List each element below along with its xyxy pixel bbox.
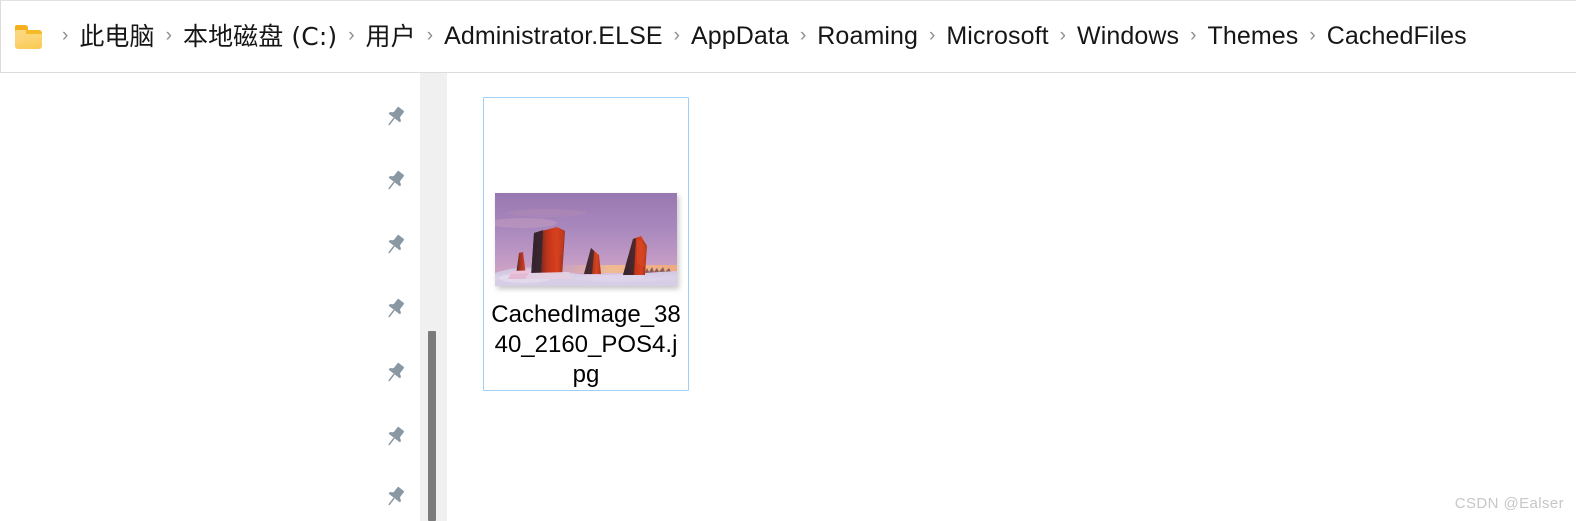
- file-thumbnail: [495, 193, 677, 286]
- breadcrumb-item-windows[interactable]: Windows: [1077, 24, 1179, 49]
- breadcrumb-item-this-pc[interactable]: 此电脑: [79, 24, 154, 49]
- folder-icon-lip: [26, 29, 42, 34]
- breadcrumb-separator[interactable]: ›: [1298, 26, 1326, 45]
- folder-icon: [15, 24, 45, 49]
- breadcrumb-separator[interactable]: ›: [789, 26, 817, 45]
- breadcrumb-separator[interactable]: ›: [51, 26, 79, 45]
- pushpin-icon[interactable]: [382, 104, 408, 130]
- breadcrumb-separator[interactable]: ›: [416, 26, 444, 45]
- breadcrumb-separator[interactable]: ›: [663, 26, 691, 45]
- pushpin-icon[interactable]: [382, 296, 408, 322]
- breadcrumb-item-appdata[interactable]: AppData: [691, 24, 789, 49]
- file-list-pane[interactable]: CachedImage_3840_2160_POS4.jpg: [448, 73, 1576, 521]
- pushpin-icon[interactable]: [382, 232, 408, 258]
- breadcrumb-item-local-disk-c[interactable]: 本地磁盘 (C:): [183, 24, 337, 49]
- breadcrumb-item-cachedfiles[interactable]: CachedFiles: [1327, 24, 1467, 49]
- file-item[interactable]: CachedImage_3840_2160_POS4.jpg: [483, 97, 689, 391]
- breadcrumb-separator[interactable]: ›: [155, 26, 183, 45]
- breadcrumb-item-roaming[interactable]: Roaming: [817, 24, 918, 49]
- pushpin-icon[interactable]: [382, 168, 408, 194]
- pushpin-icon[interactable]: [382, 484, 408, 510]
- address-bar[interactable]: › 此电脑 › 本地磁盘 (C:) › 用户 › Administrator.E…: [0, 0, 1576, 73]
- pushpin-icon[interactable]: [382, 424, 408, 450]
- pushpin-icon[interactable]: [382, 360, 408, 386]
- file-name-label: CachedImage_3840_2160_POS4.jpg: [491, 301, 681, 388]
- watermark: CSDN @Ealser: [1454, 495, 1564, 512]
- breadcrumb-item-themes[interactable]: Themes: [1207, 24, 1298, 49]
- breadcrumb-item-administrator-else[interactable]: Administrator.ELSE: [444, 24, 663, 49]
- navigation-pane[interactable]: [370, 73, 420, 521]
- vertical-scrollbar-thumb[interactable]: [428, 331, 436, 521]
- breadcrumb-separator[interactable]: ›: [918, 26, 946, 45]
- breadcrumb-separator[interactable]: ›: [1049, 26, 1077, 45]
- breadcrumb-item-microsoft[interactable]: Microsoft: [946, 24, 1048, 49]
- breadcrumb-separator[interactable]: ›: [337, 26, 365, 45]
- breadcrumb-item-users[interactable]: 用户: [366, 24, 416, 49]
- breadcrumb-separator[interactable]: ›: [1179, 26, 1207, 45]
- breadcrumb: › 此电脑 › 本地磁盘 (C:) › 用户 › Administrator.E…: [51, 24, 1467, 50]
